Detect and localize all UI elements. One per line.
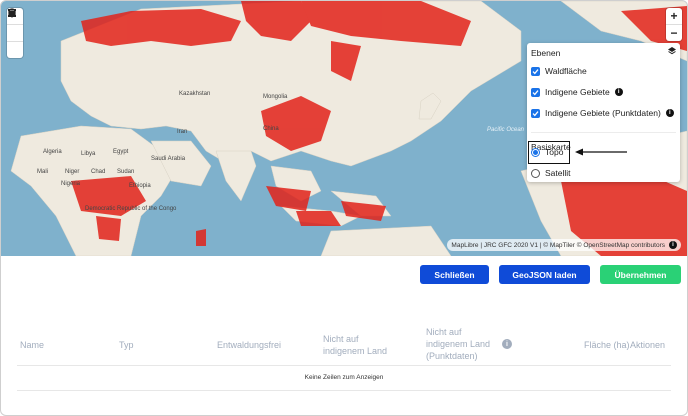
map-label-sudan: Sudan [117,169,135,175]
radio-satellit[interactable] [531,168,540,178]
header-line: indigenem Land [323,346,388,356]
check-icon [532,110,539,116]
header-line: indigenem Land [426,339,491,349]
map-label-chad: Chad [91,169,106,175]
table-empty-message: Keine Zeilen zum Anzeigen [304,374,384,381]
column-header-name[interactable]: Name [20,339,44,351]
basemap-label-satellit: Satellit [545,168,571,178]
map-label-mali: Mali [37,169,49,175]
map-label-china: China [263,126,279,132]
draw-controls [7,8,23,58]
attribution-text: MapLibre | JRC GFC 2020 V1 | © MapTiler … [451,241,665,249]
arrow-left-icon [575,148,627,156]
header-line: Nicht auf [323,334,359,344]
column-header-entwaldungsfrei[interactable]: Entwaldungsfrei [217,339,281,351]
apply-button[interactable]: Übernehmen [600,265,681,284]
info-icon[interactable]: i [665,109,674,117]
map-label-algeria: Algeria [43,149,62,155]
layer-label-waldflaeche: Waldfläche [545,66,587,76]
map-attribution: MapLibre | JRC GFC 2020 V1 | © MapTiler … [447,239,681,251]
header-line: Nicht auf [426,327,462,337]
attribution-info-icon[interactable]: i [669,241,677,249]
table-header-divider [17,365,671,366]
layers-icon[interactable] [667,46,677,56]
checkbox-indigene-gebiete[interactable] [531,87,540,97]
checkbox-waldflaeche[interactable] [531,66,540,76]
map-label-ethiopia: Ethiopia [129,183,151,189]
layer-label-indigene-gebiete: Indigene Gebiete [545,87,610,97]
delete-button[interactable] [7,8,23,58]
map-label-drc: Democratic Republic of the Congo [85,206,177,212]
info-icon[interactable]: i [614,88,623,96]
info-icon[interactable]: i [502,339,512,349]
basemap-option-satellit[interactable]: Satellit [531,168,571,178]
draw-point-button[interactable] [7,8,23,41]
layer-toggle-indigene-punktdaten[interactable]: Indigene Gebiete (Punktdaten) i [531,108,674,118]
header-line: (Punktdaten) [426,351,478,361]
app-frame: Kazakhstan Mongolia Iran China Algeria L… [0,0,688,416]
map-label-iran: Iran [177,129,188,135]
map-label-libya: Libya [81,151,96,157]
zoom-in-button[interactable]: + [666,8,682,24]
map-label-kazakhstan: Kazakhstan [179,91,211,97]
layer-panel-divider [531,132,676,133]
map-label-mongolia: Mongolia [263,94,288,100]
zoom-controls: + − [666,8,682,41]
load-geojson-button[interactable]: GeoJSON laden [499,265,590,284]
column-header-typ[interactable]: Typ [119,339,134,351]
column-header-nicht-indigen[interactable]: Nicht auf indigenem Land [323,333,387,357]
check-icon [532,89,539,95]
checkbox-indigene-punktdaten[interactable] [531,108,540,118]
table-row-divider [17,390,671,391]
column-header-nicht-indigen-punktdaten[interactable]: Nicht auf indigenem Land (Punktdaten) [426,326,490,362]
close-button[interactable]: Schließen [420,265,489,284]
highlight-box [528,141,570,164]
map-label-saudi: Saudi Arabia [151,156,186,162]
layer-toggle-indigene-gebiete[interactable]: Indigene Gebiete i [531,87,623,97]
column-header-aktionen[interactable]: Aktionen [630,339,665,351]
map-label-niger: Niger [65,169,80,175]
layer-label-indigene-punktdaten: Indigene Gebiete (Punktdaten) [545,108,661,118]
map-label-egypt: Egypt [113,149,129,155]
map-label-nigeria: Nigeria [61,181,81,187]
column-header-flaeche[interactable]: Fläche (ha) [584,339,630,351]
layer-toggle-waldflaeche[interactable]: Waldfläche [531,66,587,76]
layer-panel-title: Ebenen [531,48,561,58]
zoom-out-button[interactable]: − [666,24,682,41]
trash-icon [8,8,16,17]
map-label-pacific: Pacific Ocean [487,127,525,133]
check-icon [532,68,539,74]
